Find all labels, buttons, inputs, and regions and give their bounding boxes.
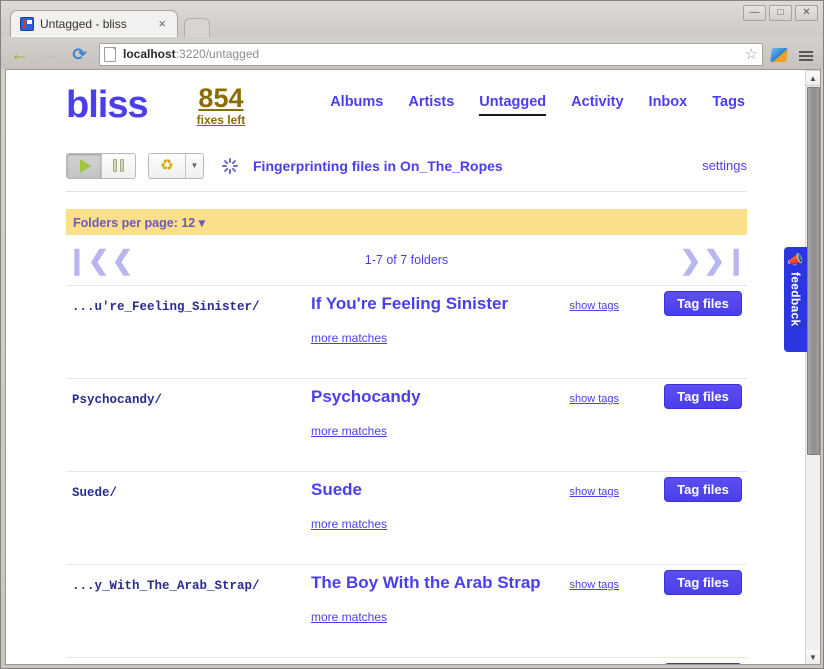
bookmark-star-icon[interactable]: ☆ <box>739 47 758 62</box>
reload-button[interactable]: ⟳ <box>67 43 92 67</box>
status-message: Fingerprinting files in On_The_Ropes <box>253 157 503 174</box>
feedback-tab[interactable]: 📣 feedback <box>784 247 807 352</box>
bliss-favicon <box>20 17 34 31</box>
folders-per-page-bar[interactable]: Folders per page: 12 ▾ <box>66 209 747 235</box>
show-tags-link[interactable]: show tags <box>569 300 619 312</box>
pause-icon <box>113 159 124 172</box>
folder-path: Psychocandy/ <box>72 393 163 407</box>
folder-path: Suede/ <box>72 486 118 500</box>
maximize-button[interactable]: □ <box>769 5 792 21</box>
fixes-left-label: fixes left <box>196 113 246 127</box>
sync-dropdown-button[interactable]: ▼ <box>185 153 203 178</box>
nav-item-tags[interactable]: Tags <box>712 94 745 114</box>
main-navigation: Albums Artists Untagged Activity Inbox T… <box>330 94 747 116</box>
megaphone-icon: 📣 <box>787 252 804 267</box>
browser-toolbar: ← → ⟳ localhost:3220/untagged ☆ <box>1 37 823 69</box>
show-tags-link[interactable]: show tags <box>569 486 619 498</box>
forward-button[interactable]: → <box>37 43 62 67</box>
back-button[interactable]: ← <box>7 43 32 67</box>
new-tab-button[interactable] <box>184 18 211 37</box>
vertical-scrollbar[interactable]: ▲ ▼ <box>805 70 820 664</box>
browser-tab-title: Untagged - bliss <box>40 17 127 31</box>
pagination: ❙❮ ❮ 1-7 of 7 folders ❯ ❯❙ <box>66 235 747 285</box>
fixes-count: 854 <box>198 83 244 113</box>
folder-row: ...u're_Feeling_Sinister/ If You're Feel… <box>66 285 747 378</box>
page-viewport: bliss 854 fixes left Albums Artists Unta… <box>5 69 821 665</box>
app-container: bliss 854 fixes left Albums Artists Unta… <box>6 70 807 664</box>
tag-files-button[interactable]: Tag files <box>664 663 742 664</box>
folder-path: ...u're_Feeling_Sinister/ <box>72 300 260 314</box>
minimize-button[interactable]: — <box>743 5 766 21</box>
show-tags-link[interactable]: show tags <box>569 393 619 405</box>
tag-files-button[interactable]: Tag files <box>664 384 742 409</box>
folder-row: Suede/ Suede more matches show tags Tag … <box>66 471 747 564</box>
scrollbar-thumb[interactable] <box>807 87 820 455</box>
nav-item-albums[interactable]: Albums <box>330 94 383 114</box>
sync-button[interactable]: ♻ <box>149 153 185 178</box>
more-matches-link[interactable]: more matches <box>311 517 387 531</box>
folder-path: ...y_With_The_Arab_Strap/ <box>72 579 260 593</box>
play-icon <box>80 158 91 173</box>
sync-icon: ♻ <box>160 157 174 174</box>
feedback-label: feedback <box>788 272 803 327</box>
folders-per-page-label: Folders per page: 12 ▾ <box>73 215 206 230</box>
browser-window: Untagged - bliss × — □ ✕ ← → ⟳ localhost… <box>0 0 824 669</box>
scroll-up-button[interactable]: ▲ <box>806 70 820 86</box>
bliss-logo[interactable]: bliss <box>66 83 149 127</box>
folder-row: ...y_With_The_Arab_Strap/ The Boy With t… <box>66 564 747 657</box>
browser-menu-button[interactable] <box>795 43 817 67</box>
album-title[interactable]: The Boy With the Arab Strap <box>311 573 541 593</box>
sync-button-group: ♻ ▼ <box>148 152 204 179</box>
close-icon[interactable]: × <box>155 17 169 30</box>
tab-strip: Untagged - bliss × — □ ✕ <box>1 1 823 37</box>
show-tags-link[interactable]: show tags <box>569 579 619 591</box>
transport-button-group <box>66 152 136 179</box>
nav-item-artists[interactable]: Artists <box>408 94 454 114</box>
scroll-down-button[interactable]: ▼ <box>806 650 820 664</box>
play-button[interactable] <box>67 153 101 178</box>
reload-icon: ⟳ <box>72 44 87 64</box>
close-button[interactable]: ✕ <box>795 5 818 21</box>
pause-button[interactable] <box>101 153 135 178</box>
browser-tab[interactable]: Untagged - bliss × <box>10 10 178 37</box>
chevron-down-icon: ▼ <box>190 161 199 170</box>
url-host: localhost <box>123 47 176 61</box>
album-title[interactable]: Psychocandy <box>311 387 421 407</box>
settings-link[interactable]: settings <box>702 158 747 173</box>
folder-row: Tag files <box>66 657 747 664</box>
window-controls: — □ ✕ <box>743 5 818 21</box>
app-toolbar: ♻ ▼ Fingerprinting files in On_The_Ropes… <box>66 140 747 192</box>
page-icon <box>104 47 116 62</box>
more-matches-link[interactable]: more matches <box>311 610 387 624</box>
forward-arrow-icon: → <box>40 43 59 65</box>
nav-item-activity[interactable]: Activity <box>571 94 623 114</box>
app-header: bliss 854 fixes left Albums Artists Unta… <box>66 70 747 140</box>
address-bar[interactable]: localhost:3220/untagged ☆ <box>99 43 763 66</box>
folder-row: Psychocandy/ Psychocandy more matches sh… <box>66 378 747 471</box>
album-title[interactable]: Suede <box>311 480 362 500</box>
pagination-count: 1-7 of 7 folders <box>364 253 449 267</box>
tag-files-button[interactable]: Tag files <box>664 477 742 502</box>
minimize-icon: — <box>749 7 760 18</box>
loading-spinner-icon <box>222 157 238 174</box>
close-window-icon: ✕ <box>802 7 811 18</box>
extension-icon[interactable] <box>768 44 790 66</box>
bliss-page: bliss 854 fixes left Albums Artists Unta… <box>6 70 807 664</box>
url-text: localhost:3220/untagged <box>123 47 259 62</box>
album-title[interactable]: If You're Feeling Sinister <box>311 294 508 314</box>
fixes-left-widget[interactable]: 854 fixes left <box>197 84 246 126</box>
back-arrow-icon: ← <box>10 43 29 65</box>
maximize-icon: □ <box>777 7 784 18</box>
nav-item-untagged[interactable]: Untagged <box>479 94 547 116</box>
more-matches-link[interactable]: more matches <box>311 331 387 345</box>
tag-files-button[interactable]: Tag files <box>664 291 742 316</box>
more-matches-link[interactable]: more matches <box>311 424 387 438</box>
nav-item-inbox[interactable]: Inbox <box>649 94 688 114</box>
tag-files-button[interactable]: Tag files <box>664 570 742 595</box>
url-path: :3220/untagged <box>175 47 260 61</box>
